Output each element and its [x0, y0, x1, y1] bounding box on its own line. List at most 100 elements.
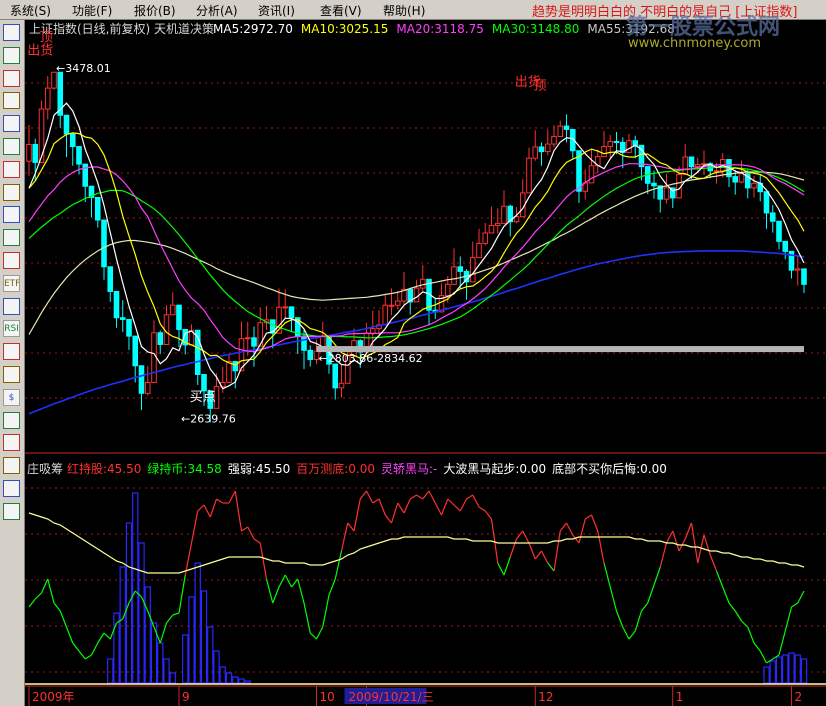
candle-body	[588, 165, 595, 184]
list-icon[interactable]	[3, 115, 20, 133]
candle-body	[663, 187, 670, 200]
menu-analysis[interactable]: 分析(A)	[196, 2, 238, 19]
sub-legend-item: 百万测底:0.00	[296, 461, 375, 476]
report-icon[interactable]	[3, 160, 20, 178]
export-icon[interactable]	[3, 343, 20, 361]
main-chart-title: 上证指数(日线,前复权) 天机道决策	[29, 21, 214, 36]
mail-icon[interactable]	[3, 183, 20, 201]
legend-ma10: MA10:3025.15	[301, 22, 389, 36]
pencil-icon[interactable]	[3, 434, 20, 452]
line-chart-icon[interactable]	[3, 69, 20, 87]
candle-body	[119, 317, 126, 320]
candle-body	[413, 287, 420, 303]
candle-body	[694, 164, 701, 168]
candle-body	[688, 156, 695, 168]
up-arrow-icon[interactable]	[3, 480, 20, 497]
x-axis-label: 1	[676, 690, 684, 704]
candle-body	[151, 332, 157, 383]
menu-news[interactable]: 资讯(I)	[258, 2, 295, 19]
candle-body	[301, 335, 307, 351]
candle-body	[169, 304, 176, 316]
candle-body	[101, 219, 107, 268]
chart-area: 上证指数(日线,前复权) 天机道决策 MA5:2972.70 MA10:3025.…	[25, 20, 826, 706]
candle-body	[782, 240, 789, 252]
sub-chart-title: 庄吸筹	[27, 461, 63, 476]
candle-body	[544, 143, 551, 153]
candle-body	[94, 196, 101, 221]
sub-chart-legend: 红持股:45.50 绿持币:34.58 强弱:45.50 百万测底:0.00 灵轿黑马:…	[67, 461, 667, 476]
quote-board-icon[interactable]	[3, 24, 20, 41]
menu-system[interactable]: 系统(S)	[10, 2, 51, 19]
menu-function[interactable]: 功能(F)	[72, 2, 112, 19]
candle-body	[176, 304, 182, 330]
candle-body	[32, 143, 39, 163]
candle-body	[132, 335, 139, 367]
candle-body	[76, 146, 82, 165]
annotation-label: 顶	[534, 79, 547, 94]
candle-body	[769, 212, 776, 222]
left-toolbar: ETF RSI $	[0, 20, 25, 706]
candle-body	[632, 140, 639, 146]
menu-quote[interactable]: 报价(B)	[134, 2, 176, 19]
annotation-label: ←3478.01	[56, 62, 111, 75]
candle-body	[794, 268, 801, 271]
rsi-icon[interactable]: RSI	[3, 320, 20, 338]
annotation-label: 买点	[190, 390, 216, 405]
candle-body	[113, 290, 120, 319]
x-axis-label: 12	[538, 690, 553, 704]
sheet-icon[interactable]	[3, 366, 20, 383]
candle-body	[338, 382, 345, 389]
menu-view[interactable]: 查看(V)	[320, 2, 362, 19]
zoom-icon[interactable]	[3, 252, 20, 269]
candle-body	[476, 242, 482, 259]
candle-body	[26, 143, 32, 162]
table-icon[interactable]	[3, 138, 20, 155]
candle-body	[682, 156, 689, 176]
candle-body	[776, 220, 782, 242]
down-arrow-icon[interactable]	[3, 502, 20, 520]
sub-legend-item: 红持股:45.50	[67, 461, 141, 476]
candle-body	[157, 332, 164, 345]
candle-body	[138, 365, 145, 394]
etf-icon[interactable]: ETF	[3, 274, 20, 292]
candle-body	[457, 266, 464, 272]
candle-body	[532, 146, 539, 159]
candle-body	[126, 318, 132, 337]
search-icon[interactable]	[3, 229, 20, 247]
candle-chart-icon[interactable]	[3, 92, 20, 110]
annotation-label: ←2803.86-2834.62	[319, 352, 423, 365]
candle-body	[388, 304, 395, 307]
people-icon[interactable]	[3, 206, 20, 224]
candle-body	[63, 114, 70, 135]
x-axis-label: 10	[320, 690, 335, 704]
move-icon[interactable]	[3, 457, 20, 475]
candle-body	[613, 141, 620, 144]
candle-body	[201, 374, 207, 392]
sub-legend-item: 强弱:45.50	[228, 462, 290, 476]
candle-body	[44, 87, 51, 110]
annotation-label: 顶	[40, 30, 53, 45]
menu-help[interactable]: 帮助(H)	[383, 2, 425, 19]
wave-icon[interactable]	[3, 297, 20, 315]
candle-body	[801, 268, 807, 285]
multi-window-icon[interactable]	[3, 46, 20, 64]
money-icon[interactable]: $	[3, 388, 20, 406]
candle-body	[419, 278, 426, 289]
candle-body	[369, 328, 376, 334]
candle-body	[651, 182, 657, 187]
candle-body	[232, 361, 239, 372]
sub-legend-item: 灵轿黑马:-	[381, 461, 437, 476]
tools-icon[interactable]	[3, 411, 20, 429]
candle-body	[451, 266, 457, 285]
candle-body	[332, 363, 339, 389]
candle-body	[226, 361, 232, 383]
candle-body	[288, 306, 295, 319]
candle-body	[763, 191, 770, 214]
x-axis-label: 9	[182, 690, 190, 704]
watermark-url: www.chnmoney.com	[628, 36, 762, 51]
candle-body	[307, 349, 314, 360]
candle-body	[732, 176, 739, 183]
sub-legend-item: 绿持币:34.58	[147, 461, 221, 476]
candle-body	[607, 141, 614, 148]
candle-body	[494, 222, 501, 226]
